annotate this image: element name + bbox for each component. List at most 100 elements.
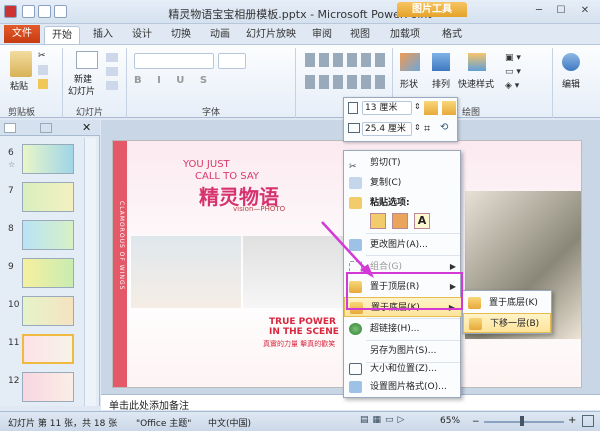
find-icon[interactable] — [562, 53, 580, 71]
tab-slideshow[interactable]: 幻灯片放映 — [242, 26, 300, 44]
format-painter-icon[interactable] — [38, 79, 48, 89]
paste-label[interactable]: 粘贴 — [10, 79, 28, 92]
width-input[interactable]: 25.4 厘米 — [362, 122, 412, 136]
menu-paste-options: 粘贴选项: — [344, 193, 462, 213]
zoom-slider-thumb[interactable] — [520, 416, 524, 426]
section-icon[interactable] — [106, 81, 118, 90]
slide-thumb-12[interactable] — [22, 372, 74, 402]
send-back-mini-icon[interactable] — [442, 101, 456, 115]
font-size-box[interactable] — [218, 53, 246, 69]
slide-thumb-10[interactable] — [22, 296, 74, 326]
quick-style-label[interactable]: 快速样式 — [458, 77, 494, 90]
minimize-button[interactable]: ─ — [530, 3, 548, 19]
paste-text-only-icon[interactable]: A — [414, 213, 430, 229]
menu-format-pic-label: 设置图片格式(O)... — [370, 382, 447, 392]
font-name-box[interactable] — [134, 53, 214, 69]
rotate-icon[interactable]: ⟲ — [440, 122, 448, 133]
group-clipboard: 剪贴板 — [8, 108, 36, 118]
paste-icon[interactable] — [10, 51, 32, 77]
zoom-level: 65% — [440, 416, 461, 426]
tab-view[interactable]: 视图 — [344, 26, 376, 44]
menu-paste-options-label: 粘贴选项: — [370, 198, 410, 208]
slide-thumb-9[interactable] — [22, 258, 74, 288]
reset-icon[interactable] — [106, 67, 118, 76]
ribbon-tabs: 文件 开始 插入 设计 切换 动画 幻灯片放映 审阅 视图 加载项 格式 — [0, 24, 600, 44]
slide-thumb-8[interactable] — [22, 220, 74, 250]
fill-effects-buttons[interactable]: ▣ ▾ ▭ ▾ ◈ ▾ — [505, 51, 545, 95]
arrange-label[interactable]: 排列 — [432, 77, 450, 90]
slides-tab[interactable] — [4, 123, 16, 133]
height-spinner[interactable]: ⇕ — [414, 102, 421, 111]
menu-cut-label: 剪切(T) — [370, 158, 401, 168]
paragraph-buttons[interactable] — [305, 53, 385, 67]
maximize-button[interactable]: ☐ — [552, 3, 570, 19]
align-buttons[interactable] — [305, 75, 385, 89]
send-to-back-icon — [468, 297, 481, 309]
menu-cut[interactable]: ✂ 剪切(T) — [344, 153, 462, 173]
copy-icon[interactable] — [38, 65, 48, 75]
slide-num-8: 8 — [8, 224, 14, 234]
fit-window-icon[interactable] — [582, 415, 594, 427]
cut-menu-icon: ✂ — [349, 162, 357, 172]
height-input[interactable]: 13 厘米 — [362, 101, 412, 115]
slide-num-11: 11 — [8, 338, 20, 348]
close-button[interactable]: ✕ — [574, 3, 596, 19]
outline-tab[interactable] — [40, 123, 52, 133]
baby-photo-1[interactable] — [131, 236, 241, 308]
arrange-icon[interactable] — [432, 53, 450, 71]
menu-hyperlink[interactable]: 超链接(H)... — [344, 319, 462, 339]
send-back-submenu: 置于底层(K) 下移一层(B) — [462, 290, 552, 334]
vision-text: vision—PHOTO — [233, 205, 286, 213]
crop-icon[interactable]: ⌗ — [424, 122, 430, 136]
send-backward-icon — [469, 318, 482, 330]
new-slide-icon[interactable] — [76, 51, 98, 69]
submenu-send-backward[interactable]: 下移一层(B) — [463, 313, 551, 333]
status-bar: 幻灯片 第 11 张，共 18 张 "Office 主题" 中文(中国) ▤▦▭… — [0, 411, 600, 431]
menu-change-picture-label: 更改图片(A)... — [370, 240, 428, 250]
submenu-send-to-back[interactable]: 置于底层(K) — [463, 293, 551, 313]
tab-format[interactable]: 格式 — [436, 26, 468, 44]
font-format-buttons[interactable]: B I U S — [134, 75, 274, 87]
zoom-out-button[interactable]: − — [472, 417, 480, 427]
slide-thumb-6[interactable] — [22, 144, 74, 174]
tab-file[interactable]: 文件 — [4, 25, 40, 43]
tab-animations[interactable]: 动画 — [203, 26, 237, 44]
menu-save-as-picture[interactable]: 另存为图片(S)... — [344, 341, 462, 361]
panel-scrollbar[interactable] — [84, 138, 96, 406]
tab-transitions[interactable]: 切换 — [164, 26, 198, 44]
tab-design[interactable]: 设计 — [125, 26, 159, 44]
view-buttons[interactable]: ▤▦▭▷ — [360, 415, 420, 427]
slide-thumb-7[interactable] — [22, 182, 74, 212]
picture-tools-label: 图片工具 — [397, 2, 467, 17]
size-position-icon — [349, 363, 362, 375]
close-panel-icon[interactable]: ✕ — [82, 121, 91, 134]
format-picture-icon — [349, 381, 362, 393]
new-slide-label-2[interactable]: 幻灯片 — [68, 84, 95, 97]
slide-num-6: 6 — [8, 148, 14, 158]
shapes-label[interactable]: 形状 — [400, 77, 418, 90]
slide-thumb-11[interactable] — [22, 334, 74, 364]
edit-label[interactable]: 编辑 — [562, 77, 580, 90]
height-icon — [348, 102, 358, 114]
width-spinner[interactable]: ⇕ — [414, 123, 421, 132]
bring-front-mini-icon[interactable] — [424, 101, 438, 115]
mini-toolbar: 13 厘米 ⇕ 25.4 厘米 ⇕ ⌗ ⟲ — [343, 97, 458, 142]
zoom-slider[interactable] — [484, 421, 564, 423]
menu-size-position[interactable]: 大小和位置(Z)... — [344, 359, 462, 379]
menu-format-picture[interactable]: 设置图片格式(O)... — [344, 377, 462, 397]
shapes-icon[interactable] — [400, 53, 420, 71]
window-title: 精灵物语宝宝相册模板.pptx - Microsoft PowerPoint — [168, 8, 432, 21]
tab-insert[interactable]: 插入 — [86, 26, 120, 44]
paste-picture-icon[interactable] — [392, 213, 408, 229]
tab-review[interactable]: 审阅 — [306, 26, 338, 44]
paste-menu-icon — [349, 197, 362, 209]
tab-addins[interactable]: 加载项 — [384, 26, 426, 44]
quick-style-icon[interactable] — [468, 53, 486, 71]
theme-name: "Office 主题" — [136, 419, 192, 429]
menu-copy[interactable]: 复制(C) — [344, 173, 462, 193]
tab-home[interactable]: 开始 — [44, 26, 80, 44]
menu-save-as-label: 另存为图片(S)... — [370, 346, 437, 356]
zoom-in-button[interactable]: + — [568, 415, 576, 426]
cut-icon[interactable]: ✂ — [38, 51, 48, 61]
layout-icon[interactable] — [106, 53, 118, 62]
